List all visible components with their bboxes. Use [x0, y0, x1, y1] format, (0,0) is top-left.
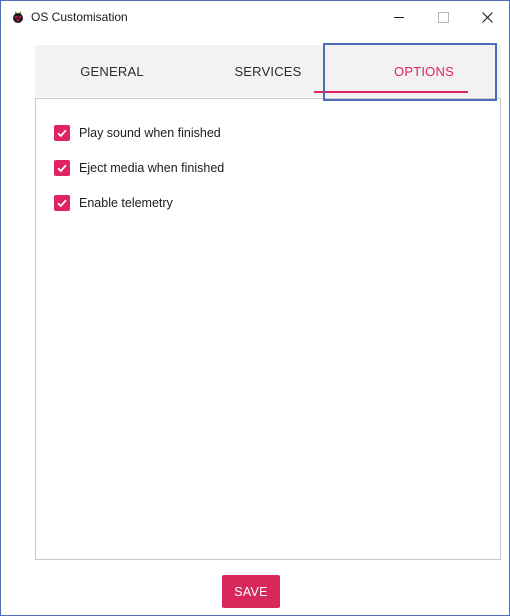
enable-telemetry-option[interactable]: Enable telemetry — [54, 193, 173, 213]
minimize-icon — [394, 16, 404, 18]
save-button[interactable]: SAVE — [222, 575, 280, 608]
enable-telemetry-checkbox[interactable] — [54, 195, 70, 211]
raspberry-pi-app-icon — [10, 9, 26, 25]
enable-telemetry-label: Enable telemetry — [79, 196, 173, 210]
tab-options[interactable]: OPTIONS — [347, 45, 501, 97]
minimize-button[interactable] — [377, 1, 421, 33]
title-bar[interactable]: OS Customisation — [1, 1, 509, 33]
active-tab-indicator — [314, 91, 468, 93]
play-sound-option[interactable]: Play sound when finished — [54, 123, 221, 143]
play-sound-checkbox[interactable] — [54, 125, 70, 141]
eject-media-option[interactable]: Eject media when finished — [54, 158, 224, 178]
checkmark-icon — [57, 199, 67, 208]
maximize-button[interactable] — [421, 1, 465, 33]
close-button[interactable] — [465, 1, 509, 33]
tab-services[interactable]: SERVICES — [191, 45, 345, 97]
eject-media-checkbox[interactable] — [54, 160, 70, 176]
checkmark-icon — [57, 129, 67, 138]
eject-media-label: Eject media when finished — [79, 161, 225, 175]
options-panel: Play sound when finished Eject media whe… — [35, 98, 501, 560]
tab-bar: GENERAL SERVICES OPTIONS — [35, 45, 501, 97]
os-customisation-window: OS Customisation GENERAL SERVICES OPTION… — [0, 0, 510, 616]
checkmark-icon — [57, 164, 67, 173]
play-sound-label: Play sound when finished — [79, 126, 221, 140]
close-icon — [481, 11, 493, 23]
tab-general[interactable]: GENERAL — [35, 45, 189, 97]
window-title: OS Customisation — [31, 10, 128, 24]
maximize-icon — [437, 11, 449, 23]
